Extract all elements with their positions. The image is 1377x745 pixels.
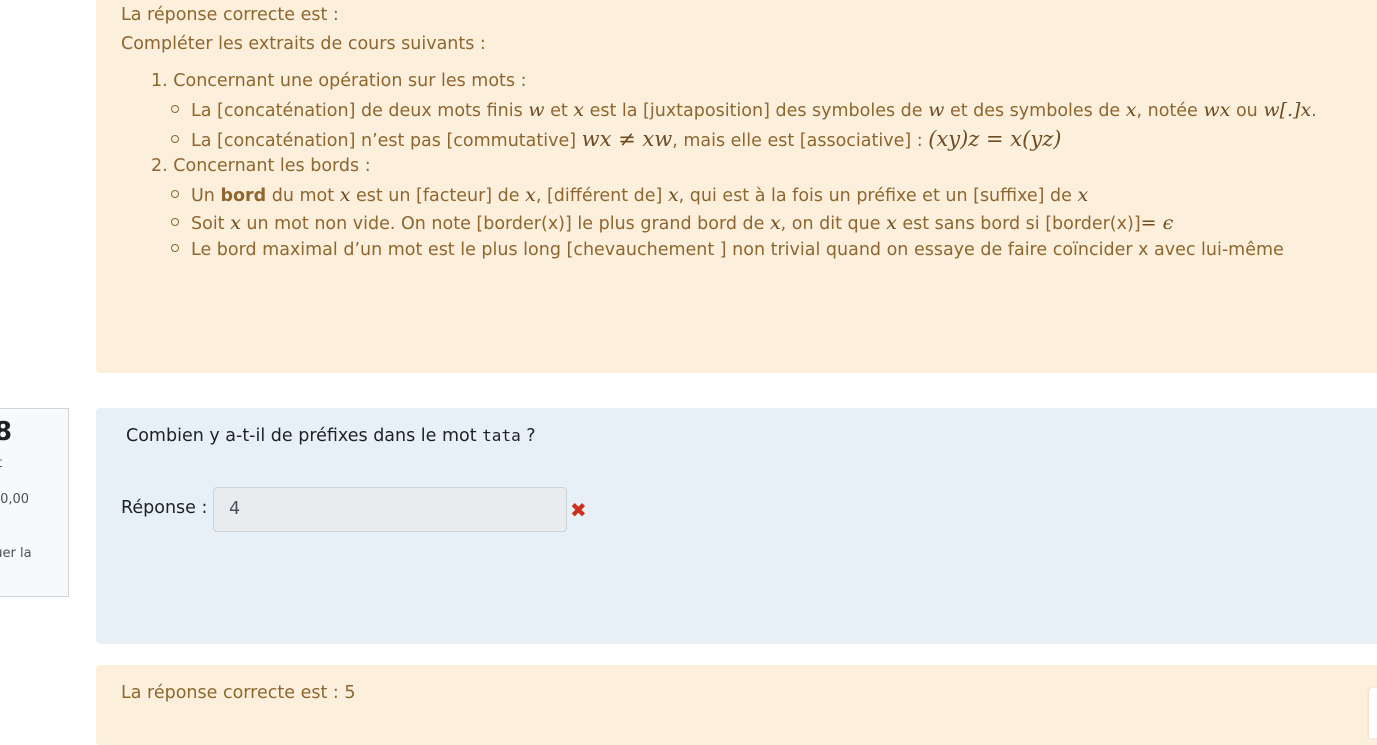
text: . <box>1311 101 1317 121</box>
text: est un [facteur] de <box>350 186 526 206</box>
general-feedback-panel: La réponse correcte est : Compléter les … <box>96 0 1377 373</box>
scroll-edge-widget <box>1369 688 1377 738</box>
text: La [concaténation] n’est pas [commutativ… <box>191 131 582 151</box>
bullet-circle-icon <box>171 190 179 198</box>
math: x <box>769 212 781 234</box>
math: x <box>525 184 536 206</box>
sub-item-max-border: Le bord maximal d’un mot est le plus lon… <box>171 240 1284 260</box>
sub-item-concatenation-def: La [concaténation] de deux mots finis w … <box>171 99 1317 121</box>
text: Soit <box>191 214 231 234</box>
question-info-panel: 8 ct e 0,00 ) quer la n <box>0 408 69 597</box>
text: , mais elle est [associative] : <box>672 131 929 151</box>
math: x <box>230 212 241 234</box>
text: Le bord maximal d’un mot est le plus lon… <box>191 240 1284 260</box>
math: x <box>886 212 897 234</box>
instruction-text: Compléter les extraits de cours suivants… <box>121 34 486 54</box>
sub-item-concatenation-props: La [concaténation] n’est pas [commutativ… <box>171 127 1061 151</box>
question-panel: Combien y a-t-il de préfixes dans le mot… <box>96 408 1377 644</box>
math: x <box>667 184 679 206</box>
text: La [concaténation] de deux mots finis <box>191 101 529 121</box>
math: wx ≠ xw <box>581 127 673 151</box>
bullet-circle-icon <box>171 135 179 143</box>
bullet-circle-icon <box>171 218 179 226</box>
correct-answer-label: La réponse correcte est : <box>121 5 339 25</box>
math: x <box>339 184 351 206</box>
bullet-circle-icon <box>171 105 179 113</box>
list-item-borders: 2. Concernant les bords : <box>151 156 371 176</box>
text: et des symboles de <box>944 101 1126 121</box>
code-word: tata <box>482 426 521 445</box>
text: , [différent de] <box>535 186 668 206</box>
text: est la [juxtaposition] des symboles de <box>584 101 929 121</box>
question-number: 8 <box>0 417 12 447</box>
math: w[.]x <box>1263 99 1312 121</box>
text: du mot <box>266 186 340 206</box>
text: , qui est à la fois un préfixe et un [su… <box>678 186 1078 206</box>
list-item-title: Concernant une opération sur les mots : <box>173 71 527 91</box>
answer-label: Réponse : <box>121 498 208 518</box>
bullet-circle-icon <box>171 244 179 252</box>
text: et <box>544 101 574 121</box>
math: w <box>928 99 945 121</box>
list-number: 1. <box>151 71 168 91</box>
text: Un <box>191 186 221 206</box>
right-answer-panel: La réponse correcte est : 5 <box>96 665 1377 745</box>
right-answer-text: La réponse correcte est : 5 <box>121 683 356 703</box>
text: , notée <box>1136 101 1204 121</box>
question-status: ct <box>0 456 2 471</box>
math: (xy)z = x(yz) <box>928 127 1062 151</box>
math: wx <box>1203 99 1231 121</box>
list-item-operations: 1. Concernant une opération sur les mots… <box>151 71 526 91</box>
text: un mot non vide. On note [border(x)] le … <box>240 214 770 234</box>
text: ? <box>520 426 536 446</box>
bold-text: bord <box>220 186 267 206</box>
incorrect-cross-icon: ✖ <box>570 498 587 522</box>
math: x <box>1077 184 1089 206</box>
text: est sans bord si [border(x)] <box>896 214 1141 234</box>
text: Combien y a-t-il de préfixes dans le mot <box>126 426 483 446</box>
question-text: Combien y a-t-il de préfixes dans le mot… <box>126 426 536 446</box>
sub-item-border-def: Un bord du mot x est un [facteur] de x, … <box>171 184 1088 206</box>
math: w <box>528 99 545 121</box>
answer-input[interactable]: 4 <box>213 487 567 532</box>
flag-question-link[interactable]: quer la n <box>0 543 32 587</box>
math: x <box>1125 99 1137 121</box>
list-item-title: Concernant les bords : <box>173 156 371 176</box>
text: ou <box>1230 101 1264 121</box>
math: x <box>573 99 585 121</box>
list-number: 2. <box>151 156 168 176</box>
sub-item-border-notation: Soit x un mot non vide. On note [border(… <box>171 212 1173 234</box>
math: = ϵ <box>1140 212 1174 234</box>
text: , on dit que <box>780 214 887 234</box>
question-mark: e 0,00 ) <box>0 492 30 507</box>
